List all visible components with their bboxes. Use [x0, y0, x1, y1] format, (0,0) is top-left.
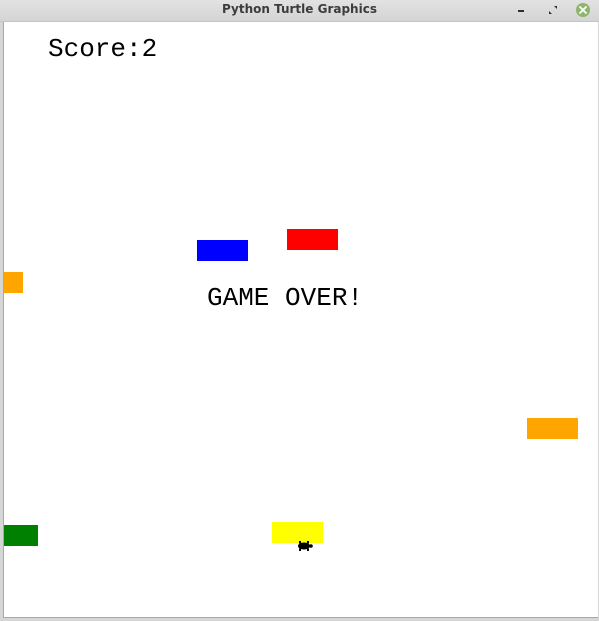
blue-block	[197, 240, 248, 261]
yellow-block	[272, 522, 323, 543]
minimize-icon	[518, 10, 524, 12]
orange-block-right	[527, 418, 578, 439]
title-bar[interactable]: Python Turtle Graphics	[0, 0, 599, 22]
maximize-button[interactable]	[545, 2, 561, 18]
red-block	[287, 229, 338, 250]
maximize-icon	[549, 6, 557, 14]
window-title: Python Turtle Graphics	[222, 2, 377, 16]
game-over-text: GAME OVER!	[207, 283, 364, 313]
close-icon	[576, 3, 590, 17]
score-label: Score:2	[48, 34, 158, 64]
green-block	[4, 525, 38, 546]
app-window: Python Turtle Graphics Score:2 GAME OVER…	[0, 0, 599, 621]
game-canvas[interactable]: Score:2 GAME OVER!	[3, 22, 598, 618]
turtle-icon	[298, 541, 313, 551]
orange-block-left	[4, 272, 23, 293]
minimize-button[interactable]	[513, 2, 529, 18]
close-button[interactable]	[575, 2, 591, 18]
